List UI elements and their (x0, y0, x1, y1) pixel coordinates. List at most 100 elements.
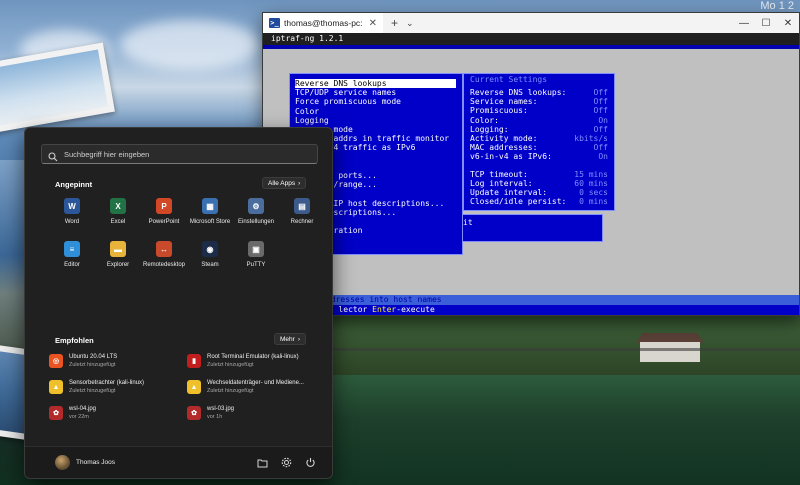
setting-row: Color: On (470, 115, 608, 125)
recommended-item-subtitle: Zuletzt hinzugefügt (69, 362, 116, 368)
setting-row: Promiscuous: Off (470, 106, 608, 116)
pinned-app-einstellungen[interactable]: ⚙ Einstellungen (233, 198, 279, 225)
recommended-item-name: Root Terminal Emulator (kali-linux) (207, 354, 299, 360)
folder-icon[interactable] (256, 457, 268, 469)
setting-row: Service names: Off (470, 97, 608, 107)
menu-exit-strip: it (463, 214, 603, 242)
recommended-item[interactable]: ▮ Root Terminal Emulator (kali-linux) Zule… (187, 353, 325, 369)
tab-dropdown-button[interactable]: ⌄ (406, 18, 414, 29)
chevron-right-icon: › (298, 179, 301, 187)
recommended-item[interactable]: ✿ wsl-04.jpg vor 22m (49, 405, 187, 421)
terminal-tab[interactable]: >_ thomas@thomas-pc: /mnt/c/Us ✕ (263, 13, 383, 33)
terminal-titlebar[interactable]: >_ thomas@thomas-pc: /mnt/c/Us ✕ + ⌄ — ☐… (263, 13, 799, 33)
pinned-apps-grid: W Word X Excel P PowerPoint ▦ Microsoft Store ⚙ E… (49, 198, 319, 268)
more-button[interactable]: Mehr › (274, 333, 306, 345)
all-apps-button[interactable]: Alle Apps › (262, 177, 307, 189)
pinned-app-steam[interactable]: ◉ Steam (187, 241, 233, 268)
editor-icon: ≡ (64, 241, 80, 257)
power-icon[interactable] (304, 457, 316, 469)
terminal-window[interactable]: >_ thomas@thomas-pc: /mnt/c/Us ✕ + ⌄ — ☐… (262, 12, 800, 316)
current-settings-panel: Current Settings Reverse DNS lookups: Off… (463, 73, 615, 211)
recommended-item-icon: ▲ (49, 380, 63, 394)
menu-item-service-names[interactable]: TCP/UDP service names (295, 88, 462, 97)
excel-icon: X (110, 198, 126, 214)
remotedesktop-icon: ↔ (156, 241, 172, 257)
menu-item-logging[interactable]: Logging (295, 116, 462, 125)
recommended-item[interactable]: ▲ Sensorbetrachter (kali-linux) Zuletzt hi… (49, 379, 187, 395)
minimize-button[interactable]: — (733, 18, 755, 29)
pinned-app-label: Editor (64, 262, 80, 268)
window-controls: — ☐ ✕ (733, 18, 799, 29)
timer-row: Update interval: 0 secs (470, 188, 608, 198)
wallpaper-photo (0, 42, 115, 138)
recommended-item[interactable]: ▲ Wechseldatenträger- und Mediene... Zulet… (187, 379, 325, 395)
recommended-item-icon: ✿ (187, 406, 201, 420)
timer-row: Closed/idle persist: 0 mins (470, 197, 608, 207)
word-icon: W (64, 198, 80, 214)
recommended-item-name: wsl-03.jpg (207, 406, 235, 412)
terminal-body[interactable]: iptraf-ng 1.2.1 Reverse DNS lookups TCP/… (263, 33, 799, 315)
pinned-app-label: Explorer (106, 262, 130, 268)
recommended-item-name: Sensorbetrachter (kali-linux) (69, 380, 145, 386)
pinned-app-putty[interactable]: ▣ PuTTY (233, 241, 279, 268)
putty-icon: ▣ (248, 241, 264, 257)
search-input[interactable] (64, 149, 294, 159)
timer-row: TCP timeout: 15 mins (470, 169, 608, 179)
pinned-app-label: PuTTY (246, 262, 266, 268)
pinned-app-label: Word (64, 219, 80, 225)
pinned-app-remotedesktop[interactable]: ↔ Remotedesktop (141, 241, 187, 268)
wallpaper-house (640, 342, 700, 362)
start-search-box[interactable] (41, 144, 318, 164)
recommended-item-name: Wechseldatenträger- und Mediene... (207, 380, 304, 386)
pinned-app-label: Excel (110, 219, 126, 225)
timer-row: Log interval: 60 mins (470, 178, 608, 188)
avatar[interactable] (55, 455, 70, 470)
pinned-app-explorer[interactable]: ▬ Explorer (95, 241, 141, 268)
pinned-app-excel[interactable]: X Excel (95, 198, 141, 225)
microsoft-store-icon: ▦ (202, 198, 218, 214)
maximize-button[interactable]: ☐ (755, 18, 777, 29)
recommended-item[interactable]: ✿ wsl-03.jpg vor 1h (187, 405, 325, 421)
footer-icons (256, 457, 316, 469)
wallpaper-cloud (120, 20, 260, 70)
close-button[interactable]: ✕ (777, 18, 799, 29)
recommended-item-subtitle: vor 1h (207, 414, 223, 420)
pinned-app-label: Rechner (290, 219, 314, 225)
menu-item-exit[interactable]: it (463, 218, 473, 227)
menu-item-color[interactable]: Color (295, 107, 462, 116)
recommended-item-icon: ◎ (49, 354, 63, 368)
pinned-app-editor[interactable]: ≡ Editor (49, 241, 95, 268)
menu-item-promiscuous[interactable]: Force promiscuous mode (295, 97, 462, 106)
new-tab-button[interactable]: + (383, 16, 406, 30)
iptraf-status-line: ion of IP addresses into host names (263, 295, 799, 305)
recommended-item-name: Ubuntu 20.04 LTS (69, 354, 118, 360)
menu-item-reverse-dns[interactable]: Reverse DNS lookups (295, 79, 456, 89)
iptraf-key-help: lector Enter-execute (263, 305, 799, 315)
pinned-app-word[interactable]: W Word (49, 198, 95, 225)
pinned-app-label: Steam (201, 262, 219, 268)
einstellungen-icon: ⚙ (248, 198, 264, 214)
recommended-item-subtitle: Zuletzt hinzugefügt (207, 388, 254, 394)
recommended-item-icon: ▲ (187, 380, 201, 394)
setting-row: Activity mode: kbits/s (470, 134, 608, 144)
tab-close-icon[interactable]: ✕ (369, 18, 377, 29)
pinned-app-microsoft-store[interactable]: ▦ Microsoft Store (187, 198, 233, 225)
setting-row: MAC addresses: Off (470, 143, 608, 153)
recommended-item-icon: ✿ (49, 406, 63, 420)
settings-title: Current Settings (470, 75, 548, 84)
pinned-app-label: Microsoft Store (189, 219, 231, 225)
pinned-app-label: Remotedesktop (142, 262, 186, 268)
start-menu: Angepinnt Alle Apps › W Word X Excel P PowerP… (24, 127, 333, 479)
recommended-title: Empfohlen (55, 336, 94, 345)
chevron-right-icon: › (297, 335, 300, 343)
recommended-item[interactable]: ◎ Ubuntu 20.04 LTS Zuletzt hinzugefügt (49, 353, 187, 369)
powershell-icon: >_ (269, 18, 280, 28)
pinned-app-rechner[interactable]: ▤ Rechner (279, 198, 325, 225)
user-name[interactable]: Thomas Joos (76, 459, 115, 466)
wallpaper-water (330, 375, 800, 485)
explorer-icon: ▬ (110, 241, 126, 257)
search-icon (48, 149, 58, 162)
pinned-app-powerpoint[interactable]: P PowerPoint (141, 198, 187, 225)
gear-icon[interactable] (280, 457, 292, 469)
iptraf-header: iptraf-ng 1.2.1 (263, 33, 799, 45)
